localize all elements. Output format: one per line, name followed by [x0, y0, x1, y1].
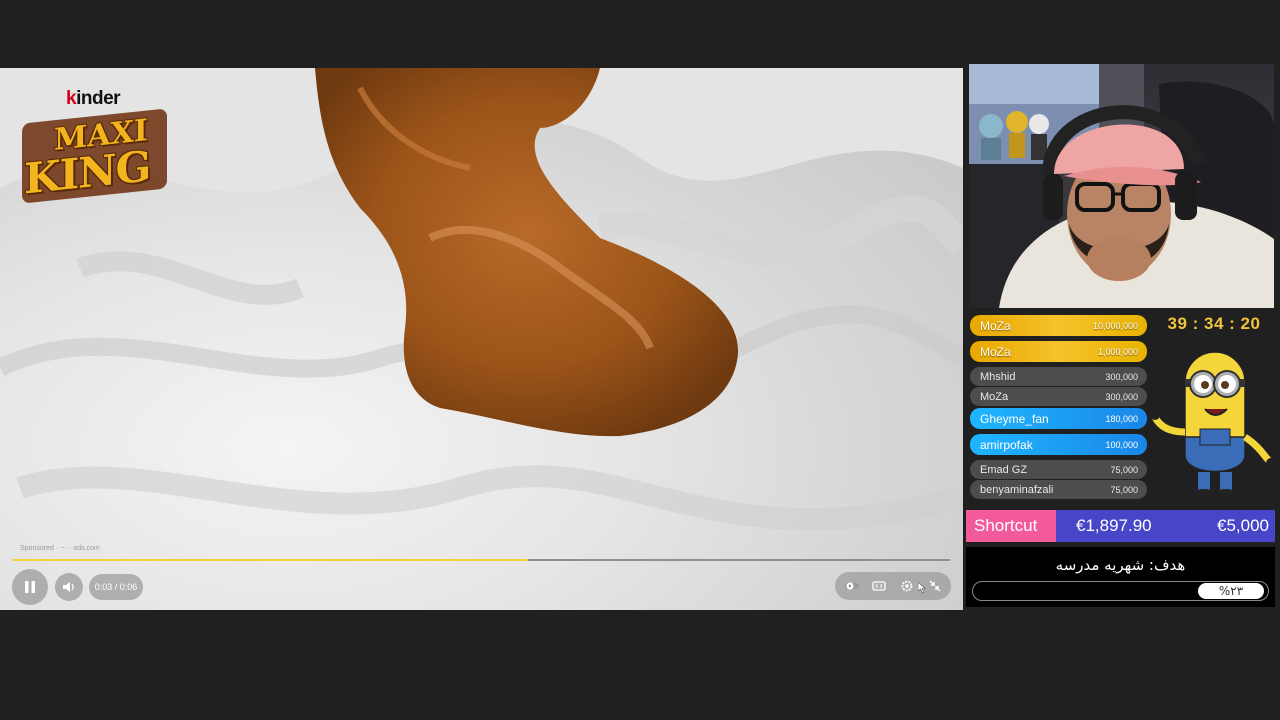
- video-progress-bar[interactable]: [12, 559, 950, 561]
- donor-amount: 100,000: [1105, 439, 1138, 450]
- volume-icon: [63, 582, 74, 592]
- goal-widget: هدف: شهریه مدرسه %۲۳: [966, 547, 1275, 607]
- pause-button[interactable]: [12, 569, 48, 605]
- donation-goal: €5,000: [1217, 516, 1269, 535]
- leaderboard-row: MoZa 10,000,000: [970, 315, 1147, 336]
- donor-amount: 75,000: [1110, 484, 1138, 495]
- brand-logo: kinder MAXI KING: [20, 88, 170, 204]
- donor-name: amirpofak: [980, 437, 1033, 452]
- donor-name: MoZa: [980, 318, 1011, 333]
- donation-label-text: Shortcut: [974, 516, 1038, 535]
- leaderboard-row: MoZa 300,000: [970, 387, 1147, 406]
- donor-amount: 10,000,000: [1092, 320, 1138, 331]
- donation-label: Shortcut: [966, 510, 1056, 542]
- time-display: 0:03 / 0:06: [89, 574, 143, 600]
- goal-percent: %۲۳: [1198, 583, 1264, 599]
- donor-amount: 75,000: [1110, 464, 1138, 475]
- donor-amount: 1,000,000: [1097, 346, 1138, 357]
- player-controls-right: [835, 572, 951, 600]
- stream-timer: 39 : 34 : 20: [1167, 314, 1261, 333]
- donor-name: Gheyme_fan: [980, 411, 1049, 426]
- settings-icon[interactable]: [900, 579, 914, 593]
- pause-icon: [25, 581, 35, 593]
- fullscreen-exit-icon[interactable]: [928, 579, 942, 593]
- leaderboard-row: MoZa 1,000,000: [970, 341, 1147, 362]
- leaderboard-row: Mhshid 300,000: [970, 367, 1147, 386]
- video-progress-fill: [12, 559, 528, 561]
- donor-amount: 180,000: [1105, 413, 1138, 424]
- donation-goal-bar: Shortcut €1,897.90 €5,000: [966, 510, 1275, 542]
- leaderboard-row: benyaminafzali 75,000: [970, 480, 1147, 499]
- donor-name: Emad GZ: [980, 463, 1028, 476]
- video-player[interactable]: kinder MAXI KING Sponsored · ⋯ · ads.com…: [0, 68, 963, 610]
- webcam-feed: [969, 64, 1274, 308]
- sponsored-label: Sponsored · ⋯ · ads.com: [20, 545, 100, 552]
- volume-button[interactable]: [55, 573, 83, 601]
- donor-name: benyaminafzali: [980, 483, 1054, 496]
- autoplay-icon[interactable]: [845, 579, 859, 593]
- mouse-cursor-icon: [918, 582, 926, 594]
- donor-name: MoZa: [980, 344, 1011, 359]
- donation-current: €1,897.90: [1076, 516, 1152, 535]
- leaderboard-row: amirpofak 100,000: [970, 434, 1147, 455]
- captions-icon[interactable]: [872, 579, 886, 593]
- goal-title: هدف: شهریه مدرسه: [1055, 556, 1186, 574]
- donor-amount: 300,000: [1105, 391, 1138, 402]
- goal-progress-bar: %۲۳: [972, 581, 1269, 601]
- donor-name: Mhshid: [980, 370, 1016, 383]
- time-text: 0:03 / 0:06: [94, 582, 138, 592]
- minion-mascot-icon: [1150, 337, 1275, 497]
- leaderboard-row: Emad GZ 75,000: [970, 460, 1147, 479]
- kinder-wordmark: kinder: [66, 88, 121, 109]
- leaderboard-row: Gheyme_fan 180,000: [970, 408, 1147, 429]
- streamer-camera-image: [969, 64, 1274, 308]
- donor-name: MoZa: [980, 390, 1009, 403]
- donor-amount: 300,000: [1105, 371, 1138, 382]
